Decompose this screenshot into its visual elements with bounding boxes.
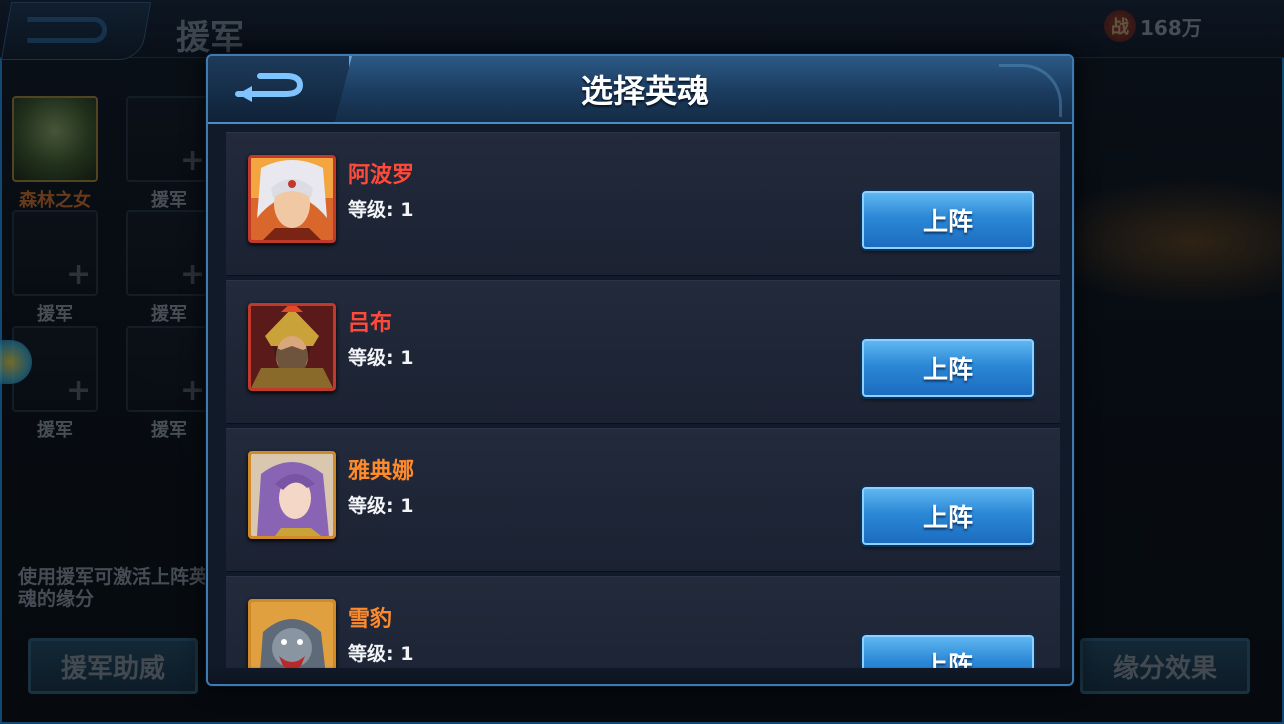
hero-row: 吕布 等级: 1 上阵 bbox=[226, 280, 1060, 424]
list-bottom-edge bbox=[208, 666, 1072, 684]
lubu-portrait bbox=[248, 303, 336, 391]
hero-name: 雪豹 bbox=[348, 607, 393, 632]
hero-list[interactable]: 阿波罗 等级: 1 上阵 吕布 等级: 1 上阵 雅典娜 等级: 1 上阵 雪豹… bbox=[226, 132, 1060, 668]
level-value: 1 bbox=[400, 495, 414, 517]
level-value: 1 bbox=[400, 347, 414, 369]
dialog-header: 选择英魂 bbox=[208, 56, 1072, 124]
hero-name: 阿波罗 bbox=[348, 163, 415, 188]
level-label: 等级: bbox=[348, 347, 394, 369]
back-arrow-icon bbox=[235, 73, 304, 102]
hero-level: 等级: 1 bbox=[348, 491, 413, 518]
level-label: 等级: bbox=[348, 199, 394, 221]
hero-name: 吕布 bbox=[348, 311, 393, 336]
hero-level: 等级: 1 bbox=[348, 195, 413, 222]
level-value: 1 bbox=[400, 199, 414, 221]
hero-row: 阿波罗 等级: 1 上阵 bbox=[226, 132, 1060, 276]
deploy-button[interactable]: 上阵 bbox=[862, 635, 1034, 668]
hero-level: 等级: 1 bbox=[348, 343, 413, 370]
deploy-button[interactable]: 上阵 bbox=[862, 191, 1034, 249]
level-value: 1 bbox=[400, 643, 414, 665]
snow-leopard-portrait bbox=[248, 599, 336, 668]
hero-row: 雅典娜 等级: 1 上阵 bbox=[226, 428, 1060, 572]
level-label: 等级: bbox=[348, 643, 394, 665]
athena-portrait bbox=[248, 451, 336, 539]
deploy-button[interactable]: 上阵 bbox=[862, 339, 1034, 397]
deploy-button[interactable]: 上阵 bbox=[862, 487, 1034, 545]
select-hero-dialog: 选择英魂 阿波罗 等级: 1 上阵 吕布 等级: 1 上阵 雅典娜 等级: 1 … bbox=[206, 54, 1074, 686]
level-label: 等级: bbox=[348, 495, 394, 517]
hero-level: 等级: 1 bbox=[348, 639, 413, 666]
hero-row: 雪豹 等级: 1 上阵 bbox=[226, 576, 1060, 668]
apollo-portrait bbox=[248, 155, 336, 243]
hero-name: 雅典娜 bbox=[348, 459, 415, 484]
dialog-back-button[interactable] bbox=[208, 56, 352, 122]
